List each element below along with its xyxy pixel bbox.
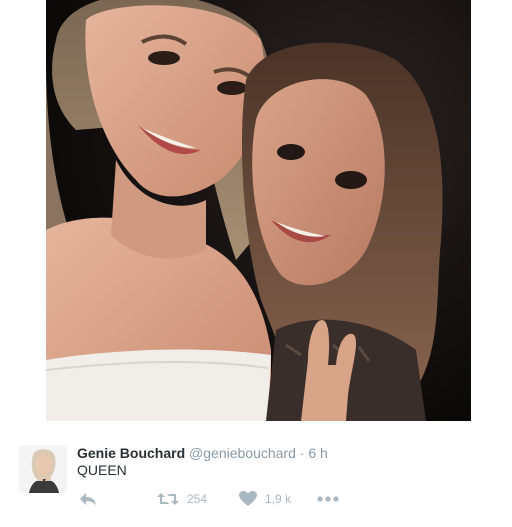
like-count: 1,9 k (265, 492, 292, 506)
selfie-photo-illustration (46, 0, 471, 421)
avatar[interactable] (19, 445, 67, 493)
tweet-header: Genie Bouchard @geniebouchard · 6 h (77, 444, 328, 462)
avatar-image (19, 445, 67, 493)
tweet-actions: 254 1,9 k (77, 489, 377, 509)
more-button[interactable] (317, 489, 339, 509)
heart-icon (239, 491, 257, 506)
tweet-photo[interactable] (46, 0, 471, 421)
more-dots-icon (317, 496, 339, 502)
author-handle[interactable]: @geniebouchard (189, 445, 296, 461)
retweet-count: 254 (187, 492, 208, 506)
tweet-text: QUEEN (77, 462, 127, 478)
retweet-button[interactable]: 254 (157, 489, 207, 509)
reply-button[interactable] (79, 489, 97, 509)
separator-dot: · (299, 445, 305, 461)
like-button[interactable]: 1,9 k (239, 489, 291, 509)
tweet-timestamp[interactable]: 6 h (308, 445, 327, 461)
retweet-icon (157, 493, 179, 505)
author-name[interactable]: Genie Bouchard (77, 445, 185, 461)
tweet-media (0, 0, 512, 421)
reply-icon (80, 493, 96, 505)
